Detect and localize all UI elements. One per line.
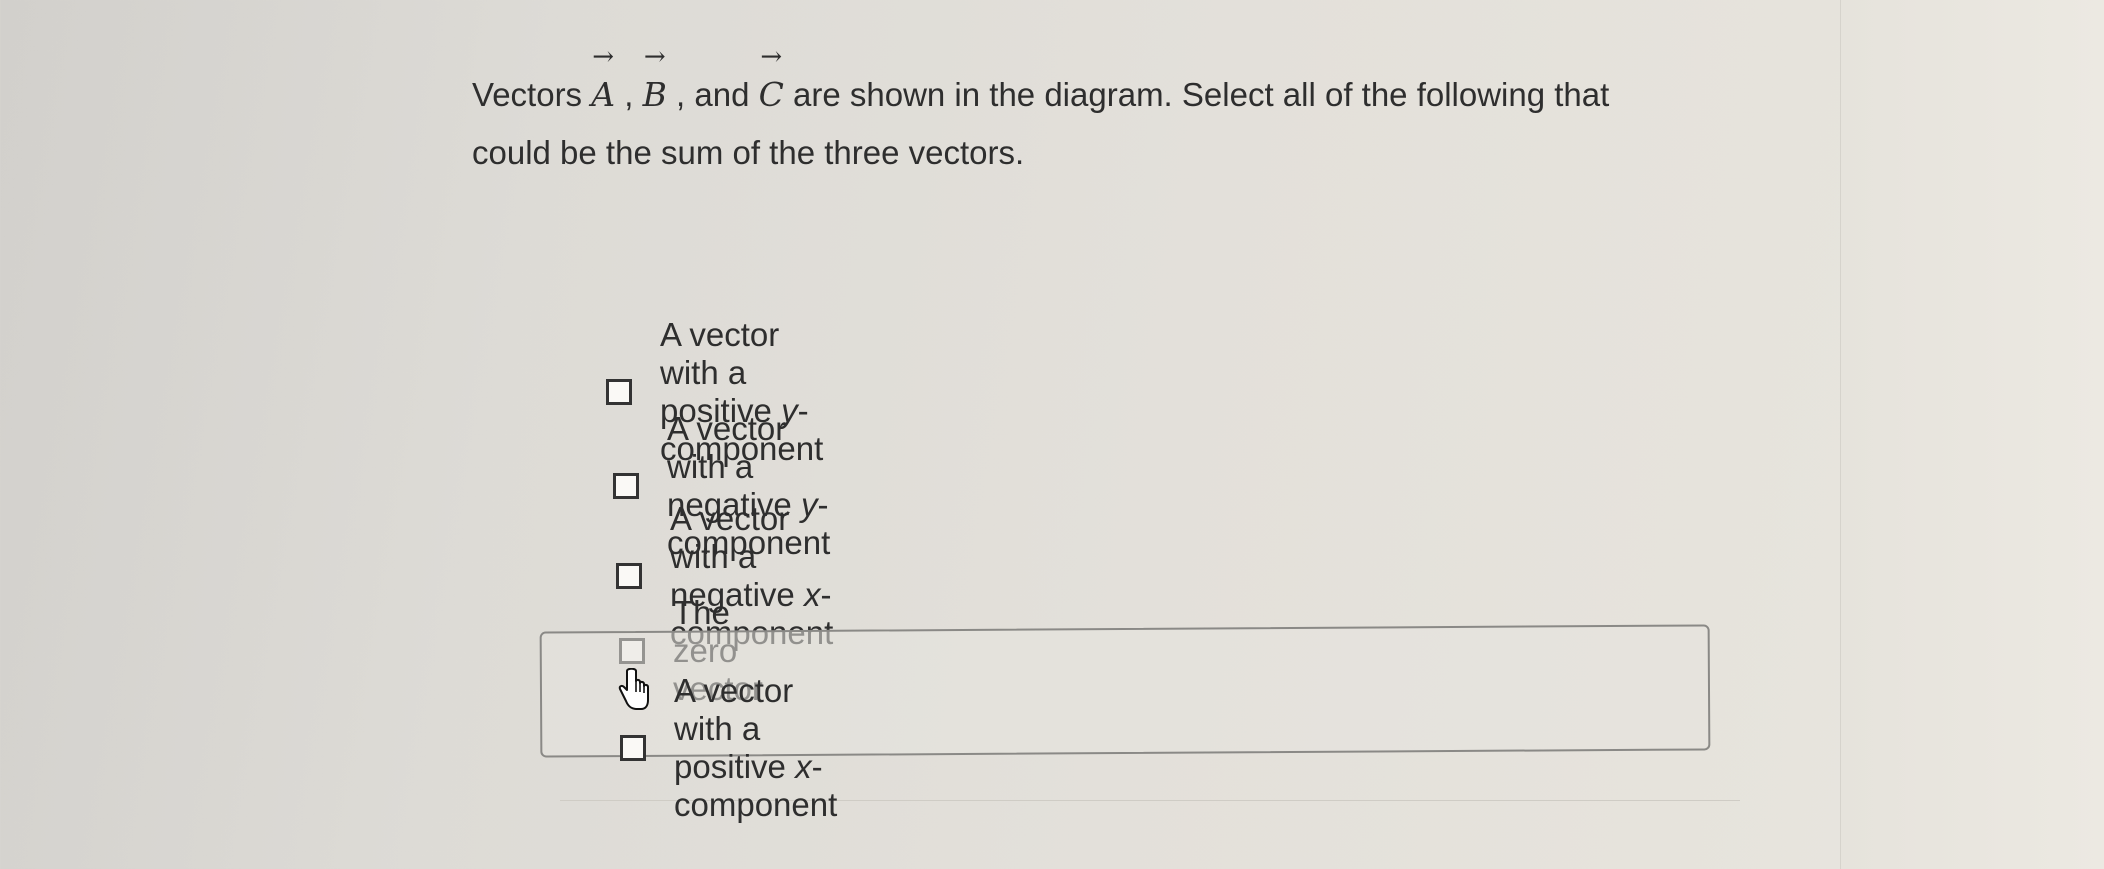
vector-arrow-icon: →	[760, 42, 783, 72]
question-line-1-rest: are shown in the diagram. Select all of …	[783, 76, 1610, 113]
question-line-2: could be the sum of the three vectors.	[472, 134, 1025, 171]
vector-b-symbol: → B	[642, 44, 667, 124]
vector-a-symbol: → A	[591, 44, 616, 124]
checkbox-icon[interactable]	[620, 735, 646, 761]
option-label: A vector with a positive x-component	[674, 672, 838, 823]
question-separator: , and	[666, 76, 759, 113]
vector-arrow-icon: →	[643, 42, 666, 72]
vector-b-letter: B	[642, 75, 667, 114]
vector-a-letter: A	[591, 75, 616, 114]
vector-c-symbol: → C	[758, 44, 784, 124]
vector-arrow-icon: →	[592, 42, 615, 72]
option-positive-x[interactable]: A vector with a positive x-component	[620, 672, 837, 824]
checkbox-icon[interactable]	[613, 473, 639, 499]
question-text: Vectors → A , → B , and → C are shown in th…	[472, 44, 1772, 182]
checkbox-icon[interactable]	[616, 563, 642, 589]
checkbox-icon[interactable]	[606, 379, 632, 405]
hand-pointer-icon	[618, 668, 649, 710]
question-prefix: Vectors	[472, 76, 592, 113]
question-separator: ,	[615, 76, 643, 113]
question-line-1: Vectors → A , → B , and → C are shown in th…	[472, 44, 1772, 124]
vector-c-letter: C	[758, 75, 784, 114]
right-panel	[1840, 0, 2104, 869]
